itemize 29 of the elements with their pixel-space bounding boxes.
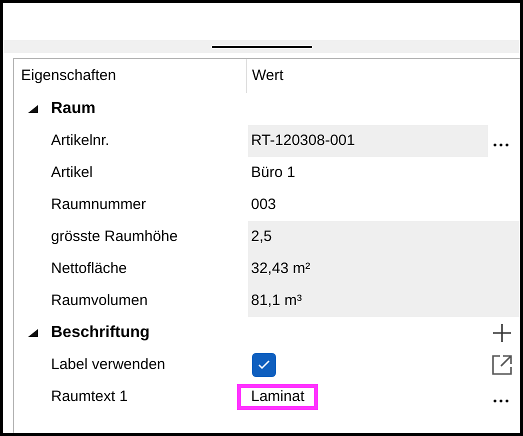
- property-label: grösste Raumhöhe: [51, 226, 178, 247]
- collapse-icon[interactable]: [27, 104, 38, 114]
- splitter-handle[interactable]: [212, 46, 312, 48]
- value-field[interactable]: Laminat: [237, 384, 318, 410]
- property-label: Nettofläche: [51, 258, 127, 279]
- collapse-icon[interactable]: [27, 328, 38, 338]
- property-label: Artikel: [51, 162, 93, 183]
- property-label: Raumnummer: [51, 194, 146, 215]
- property-label: Label verwenden: [51, 354, 166, 375]
- external-link-icon: [491, 354, 513, 376]
- property-label: Raumtext 1: [51, 386, 128, 407]
- column-header[interactable]: Wert: [252, 66, 284, 84]
- more-icon: [493, 143, 509, 147]
- column-header[interactable]: Eigenschaften: [21, 64, 116, 88]
- property-label: Artikelnr.: [51, 130, 110, 151]
- checkbox[interactable]: [252, 353, 276, 377]
- plus-icon: [492, 323, 512, 343]
- group-label: Beschriftung: [51, 323, 150, 343]
- value-field[interactable]: 32,43 m²: [248, 253, 520, 285]
- group-label: Raum: [51, 99, 96, 119]
- add-button[interactable]: [490, 321, 514, 345]
- open-external-button[interactable]: [490, 353, 514, 377]
- checkmark-icon: [258, 360, 270, 370]
- property-label: Raumvolumen: [51, 290, 148, 311]
- value-field[interactable]: 2,5: [248, 221, 520, 253]
- value-field[interactable]: RT-120308-001: [248, 125, 488, 157]
- splitter-bar[interactable]: [3, 40, 520, 53]
- more-icon: [493, 399, 509, 403]
- value-field[interactable]: 81,1 m³: [248, 285, 520, 317]
